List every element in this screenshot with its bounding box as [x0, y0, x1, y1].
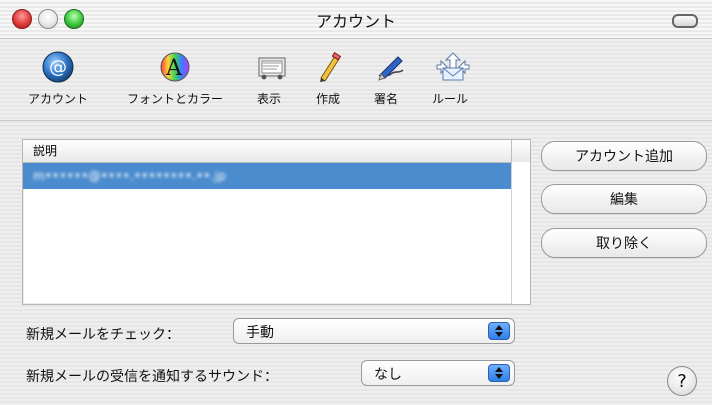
toolbar-label: 作成: [315, 92, 340, 106]
remove-account-button[interactable]: 取り除く: [541, 228, 707, 258]
help-button[interactable]: ?: [667, 366, 697, 396]
preferences-toolbar: @ アカウント A フォントとカラー 表示 作成 署名 ルール: [0, 38, 712, 121]
header-spacer: [511, 140, 530, 162]
toolbar-item-signatures[interactable]: 署名: [356, 50, 416, 107]
toolbar-label: アカウント: [27, 92, 88, 106]
account-row[interactable]: m••••••@••••.••••••••.••.jp: [23, 163, 530, 189]
check-mail-selected-value: 手動: [246, 325, 274, 341]
font-color-icon: A: [158, 50, 192, 84]
add-account-button[interactable]: アカウント追加: [541, 141, 707, 171]
check-mail-label: 新規メールをチェック：: [26, 327, 180, 343]
edit-account-button[interactable]: 編集: [541, 184, 707, 214]
pencil-icon: [311, 50, 345, 84]
account-description: m••••••@••••.••••••••.••.jp: [33, 169, 227, 183]
toolbar-label: 署名: [373, 92, 398, 106]
toolbar-toggle-button[interactable]: [672, 14, 698, 28]
check-mail-select[interactable]: 手動: [233, 318, 515, 344]
rules-icon: [433, 50, 470, 84]
window-title: アカウント: [315, 12, 396, 31]
accounts-table-header: 説明: [23, 140, 530, 163]
svg-text:@: @: [49, 57, 67, 78]
toolbar-item-rules[interactable]: ルール: [418, 50, 482, 107]
select-arrows-icon: [488, 322, 510, 340]
toolbar-item-fonts-colors[interactable]: A フォントとカラー: [112, 50, 238, 107]
toolbar-item-compose[interactable]: 作成: [300, 50, 356, 107]
accounts-table[interactable]: 説明 m••••••@••••.••••••••.••.jp: [22, 139, 531, 305]
select-arrows-icon: [488, 364, 510, 382]
list-vertical-scrollbar[interactable]: [511, 162, 530, 304]
question-mark-icon: ?: [677, 370, 687, 392]
svg-text:A: A: [165, 56, 183, 81]
at-sign-icon: @: [41, 50, 75, 84]
toolbar-label: フォントとカラー: [126, 92, 223, 106]
notify-sound-label: 新規メールの受信を通知するサウンド：: [26, 369, 278, 385]
preferences-window: アカウント @ アカウント A フォントとカラー 表示 作成 署名 ルール 説明…: [0, 0, 712, 405]
toolbar-item-accounts[interactable]: @ アカウント: [14, 50, 102, 107]
column-header-description: 説明: [33, 144, 58, 158]
signature-pen-icon: [369, 50, 404, 84]
toolbar-label: 表示: [256, 92, 281, 106]
notify-sound-selected-value: なし: [374, 367, 402, 383]
notify-sound-select[interactable]: なし: [361, 360, 515, 386]
title-bar: アカウント: [0, 0, 712, 39]
view-icon: [252, 50, 286, 84]
toolbar-item-view[interactable]: 表示: [240, 50, 298, 107]
toolbar-label: ルール: [431, 92, 468, 106]
